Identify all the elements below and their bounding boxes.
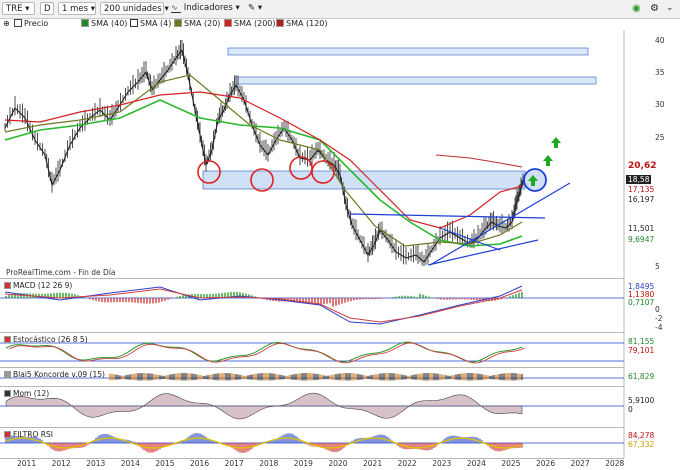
pane-divider (0, 278, 624, 279)
stoch-tag: 81,155 (628, 337, 655, 346)
chart-canvas[interactable] (0, 0, 680, 470)
resistance-zone-top (227, 47, 589, 56)
mom-tag: 5,9100 (628, 396, 655, 405)
time-axis-year: 2023 (432, 459, 452, 468)
time-axis-year: 2027 (570, 459, 590, 468)
price-tag-sma4: 16,197 (628, 195, 655, 204)
rsi-swatch-icon (4, 431, 11, 438)
stoch-swatch-icon (4, 336, 11, 343)
attribution: ProRealTime.com - Fin de Día (6, 268, 116, 277)
time-axis-year: 2026 (536, 459, 556, 468)
macd-tag: 0,7107 (628, 298, 655, 307)
rsi-pane-title[interactable]: FILTRO RSI (4, 430, 53, 439)
macd-swatch-icon (4, 282, 11, 289)
macd-pane-title[interactable]: MACD (12 26 9) (4, 281, 72, 290)
price-axis-tick: 30 (655, 100, 665, 109)
stoch-tag: 79,101 (628, 346, 655, 355)
price-axis-tick: 35 (655, 68, 665, 77)
koncorde-pane-title[interactable]: Blai5 Koncorde v.09 (15) (4, 370, 105, 379)
stoch-pane-title[interactable]: Estocástico (26 8 5) (4, 335, 88, 344)
mom-swatch-icon (4, 390, 11, 397)
resistance-zone-mid (235, 76, 597, 85)
price-axis-tick: 25 (655, 133, 665, 142)
time-axis-year: 2028 (605, 459, 625, 468)
macd-signal-line (4, 288, 523, 323)
time-axis-year: 2014 (120, 459, 140, 468)
time-axis-year: 2015 (155, 459, 175, 468)
pane-divider (0, 367, 624, 368)
macd-axis-tick: -4 (655, 323, 663, 332)
price-tag-sma120: 17,135 (628, 185, 655, 194)
time-axis-year: 2011 (17, 459, 37, 468)
macd-line (4, 285, 523, 325)
price-axis-tick: 40 (655, 36, 665, 45)
koncorde-tag: 61,829 (628, 372, 655, 381)
time-axis-year: 2022 (397, 459, 417, 468)
pane-divider (0, 386, 624, 387)
pane-title-label: FILTRO RSI (13, 430, 53, 439)
time-axis-year: 2024 (466, 459, 486, 468)
price-axis-tick: 5 (655, 262, 660, 271)
time-axis-year: 2018 (259, 459, 279, 468)
pane-title-label: Mom (12) (13, 389, 50, 398)
time-axis-year: 2020 (328, 459, 348, 468)
time-axis-year: 2021 (363, 459, 383, 468)
price-tag-sma20: 11,501 (628, 224, 655, 233)
pane-divider (0, 427, 624, 428)
macd-axis-tick: -2 (655, 314, 663, 323)
rsi-tag: 67,332 (628, 440, 655, 449)
price-tag-sma40: 9,6947 (628, 235, 655, 244)
time-axis-year: 2012 (51, 459, 71, 468)
price-tag-last: 18,58 (626, 175, 652, 184)
pane-title-label: MACD (12 26 9) (13, 281, 73, 290)
mom-area (5, 392, 523, 420)
pane-divider (0, 332, 624, 333)
time-axis-year: 2019 (293, 459, 313, 468)
time-axis-year: 2016 (190, 459, 210, 468)
pane-title-label: Estocástico (26 8 5) (13, 335, 88, 344)
time-axis-year: 2025 (501, 459, 521, 468)
price-tag-sma200: 20,62 (626, 161, 659, 171)
pane-title-label: Blai5 Koncorde v.09 (15) (13, 370, 105, 379)
mom-tag: 0 (628, 405, 633, 414)
stoch-k-line (5, 341, 523, 363)
mom-pane-title[interactable]: Mom (12) (4, 389, 49, 398)
rsi-tag: 84,278 (628, 431, 655, 440)
time-axis-year: 2017 (224, 459, 244, 468)
time-axis-year: 2013 (86, 459, 106, 468)
koncorde-swatch-icon (4, 371, 11, 378)
